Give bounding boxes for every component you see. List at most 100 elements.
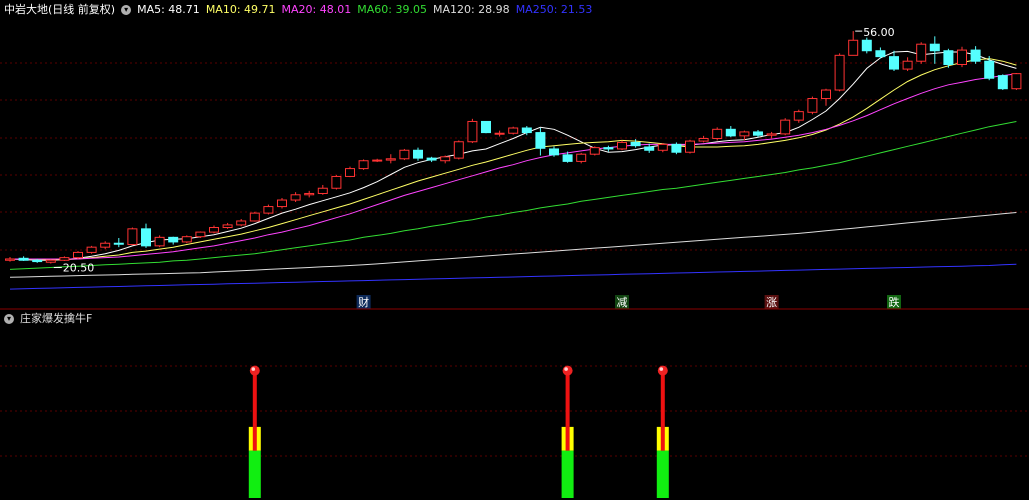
candle-down bbox=[141, 228, 151, 247]
candle-down bbox=[970, 49, 981, 62]
low-price-label: 20.50 bbox=[63, 262, 95, 275]
candle-up bbox=[358, 160, 369, 170]
candle-up bbox=[685, 140, 695, 153]
signal-green-segment bbox=[656, 450, 669, 498]
indicator-title: 庄家爆发擒牛F bbox=[20, 312, 93, 325]
ma250-label: MA250: 21.53 bbox=[515, 3, 593, 16]
candle-up bbox=[263, 206, 274, 214]
grid-lines bbox=[0, 62, 1029, 457]
signal-red-core bbox=[252, 426, 257, 451]
candle-up bbox=[290, 194, 301, 201]
candle-up bbox=[86, 246, 97, 253]
candle-up bbox=[222, 224, 233, 229]
candle-up bbox=[304, 192, 315, 196]
candle-down bbox=[875, 50, 886, 58]
candle-up bbox=[317, 187, 328, 194]
candle-up bbox=[902, 60, 913, 70]
candle-up bbox=[277, 199, 287, 208]
candle-up bbox=[807, 98, 818, 113]
candle-down bbox=[929, 43, 940, 52]
candlesticks bbox=[5, 31, 1022, 264]
candle-down bbox=[413, 149, 423, 159]
candle-up bbox=[154, 236, 165, 247]
candle-down bbox=[861, 39, 872, 52]
candle-down bbox=[32, 259, 43, 263]
event-marker-label: 减 bbox=[617, 296, 628, 309]
candle-up bbox=[834, 54, 845, 91]
ma10-label: MA10: 49.71 bbox=[205, 3, 276, 16]
candle-up bbox=[916, 43, 927, 62]
candle-down bbox=[549, 148, 559, 156]
event-markers: 财减涨跌 bbox=[356, 295, 901, 309]
chevron-down-icon[interactable]: ▾ bbox=[4, 314, 14, 324]
chart-canvas: 56.00 20.50 财 减 涨 跌 bbox=[0, 26, 1029, 498]
candle-up bbox=[1011, 73, 1022, 90]
ma-line-ma20 bbox=[10, 73, 1017, 260]
signal-red-core bbox=[660, 426, 665, 451]
signal-ball bbox=[562, 365, 573, 376]
candle-up bbox=[589, 147, 600, 155]
signal-ball-highlight bbox=[564, 367, 568, 371]
candle-up bbox=[331, 175, 342, 189]
candle-down bbox=[562, 154, 573, 162]
moving-average-lines bbox=[9, 50, 1017, 290]
signal-red-core bbox=[565, 426, 570, 451]
ma20-label: MA20: 48.01 bbox=[281, 3, 352, 16]
signal-ball bbox=[657, 365, 668, 376]
candle-up bbox=[712, 128, 723, 139]
signal-red-stem bbox=[252, 371, 257, 427]
candle-down bbox=[725, 128, 736, 137]
candle-up bbox=[127, 228, 138, 246]
candle-down bbox=[753, 131, 763, 136]
candle-down bbox=[630, 141, 641, 147]
candle-up bbox=[576, 153, 587, 162]
candle-up bbox=[494, 132, 505, 135]
candle-down bbox=[113, 242, 124, 245]
candle-up bbox=[617, 141, 627, 150]
candle-up bbox=[5, 258, 15, 261]
chevron-down-icon[interactable]: ▾ bbox=[121, 5, 132, 15]
candle-up bbox=[780, 119, 791, 135]
candle-up bbox=[698, 137, 709, 142]
candle-up bbox=[59, 257, 70, 261]
candle-up bbox=[345, 168, 355, 177]
candle-down bbox=[984, 60, 995, 79]
candle-up bbox=[45, 259, 56, 263]
signal-ball-highlight bbox=[251, 367, 256, 371]
candle-up bbox=[385, 158, 396, 161]
candle-up bbox=[508, 127, 519, 134]
ma-line-ma250 bbox=[9, 263, 1017, 290]
candle-up bbox=[739, 131, 750, 137]
ma5-label: MA5: 48.71 bbox=[137, 3, 200, 16]
candle-up bbox=[440, 156, 451, 162]
candle-up bbox=[73, 251, 83, 259]
ma60-label: MA60: 39.05 bbox=[357, 3, 427, 16]
signal-green-segment bbox=[248, 450, 261, 498]
candle-up bbox=[766, 133, 777, 136]
candle-up bbox=[793, 111, 804, 121]
candle-up bbox=[957, 49, 967, 65]
ma120-label: MA120: 28.98 bbox=[432, 3, 510, 16]
signal-bars bbox=[248, 365, 669, 498]
main-chart-header: 中岩大地(日线 前复权) ▾ MA5: 48.71 MA10: 49.71 MA… bbox=[4, 2, 598, 18]
candle-down bbox=[168, 236, 179, 243]
candle-up bbox=[657, 143, 668, 151]
candle-down bbox=[943, 50, 954, 65]
candle-up bbox=[100, 242, 111, 248]
indicator-header: ▾ 庄家爆发擒牛F bbox=[4, 311, 98, 327]
signal-red-stem bbox=[565, 371, 570, 427]
candle-up bbox=[249, 212, 260, 222]
event-marker-label: 涨 bbox=[766, 296, 777, 309]
candle-down bbox=[426, 157, 437, 161]
candle-up bbox=[453, 141, 464, 159]
ma-line-ma60 bbox=[9, 121, 1017, 270]
stock-title: 中岩大地(日线 前复权) bbox=[4, 3, 116, 16]
candle-down bbox=[997, 75, 1008, 90]
signal-ball bbox=[249, 365, 260, 376]
candle-down bbox=[889, 56, 899, 70]
candle-down bbox=[644, 146, 655, 151]
ma-line-ma10 bbox=[10, 58, 1017, 261]
candle-up bbox=[181, 236, 192, 243]
candle-up bbox=[372, 159, 383, 162]
candle-down bbox=[481, 120, 491, 134]
